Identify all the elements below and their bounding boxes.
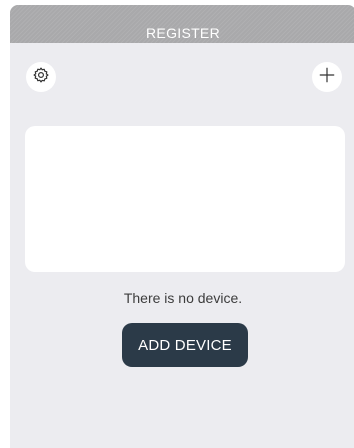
plus-icon (318, 66, 336, 89)
add-device-label: ADD DEVICE (138, 336, 232, 354)
app-screen: REGISTER There is no device. ADD DEVICE (10, 5, 354, 448)
header-title: REGISTER (146, 24, 220, 41)
empty-state-message: There is no device. (123, 290, 243, 306)
add-button[interactable] (312, 62, 342, 92)
settings-button[interactable] (26, 62, 56, 92)
register-header: REGISTER (10, 5, 354, 43)
device-list-card (25, 126, 345, 272)
add-device-button[interactable]: ADD DEVICE (122, 323, 248, 367)
gear-icon (32, 66, 50, 89)
